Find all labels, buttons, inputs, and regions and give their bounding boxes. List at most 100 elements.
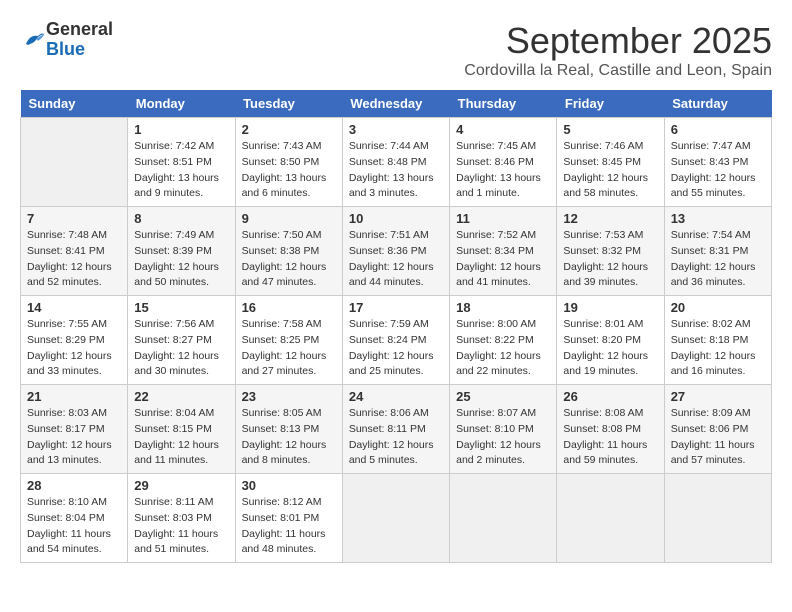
day-number: 3 (349, 122, 443, 137)
week-row-2: 7Sunrise: 7:48 AMSunset: 8:41 PMDaylight… (21, 207, 772, 296)
title-block: September 2025 Cordovilla la Real, Casti… (464, 20, 772, 80)
day-number: 6 (671, 122, 765, 137)
calendar-cell: 21 Sunrise: 8:03 AMSunset: 8:17 PMDayligh… (21, 385, 128, 474)
day-info: Sunrise: 7:45 AMSunset: 8:46 PMDaylight:… (456, 139, 550, 202)
day-info: Sunrise: 8:06 AMSunset: 8:11 PMDaylight:… (349, 406, 443, 469)
day-number: 16 (242, 300, 336, 315)
day-info: Sunrise: 8:07 AMSunset: 8:10 PMDaylight:… (456, 406, 550, 469)
calendar-cell: 13 Sunrise: 7:54 AMSunset: 8:31 PMDayligh… (664, 207, 771, 296)
day-info: Sunrise: 7:56 AMSunset: 8:27 PMDaylight:… (134, 317, 228, 380)
day-number: 4 (456, 122, 550, 137)
logo: General Blue (20, 20, 113, 60)
day-number: 27 (671, 389, 765, 404)
day-info: Sunrise: 8:03 AMSunset: 8:17 PMDaylight:… (27, 406, 121, 469)
calendar-cell: 10 Sunrise: 7:51 AMSunset: 8:36 PMDayligh… (342, 207, 449, 296)
day-number: 19 (563, 300, 657, 315)
calendar-cell: 14 Sunrise: 7:55 AMSunset: 8:29 PMDayligh… (21, 296, 128, 385)
calendar-cell: 22 Sunrise: 8:04 AMSunset: 8:15 PMDayligh… (128, 385, 235, 474)
day-number: 23 (242, 389, 336, 404)
calendar-cell: 15 Sunrise: 7:56 AMSunset: 8:27 PMDayligh… (128, 296, 235, 385)
day-info: Sunrise: 7:53 AMSunset: 8:32 PMDaylight:… (563, 228, 657, 291)
day-number: 21 (27, 389, 121, 404)
day-info: Sunrise: 7:43 AMSunset: 8:50 PMDaylight:… (242, 139, 336, 202)
weekday-header-friday: Friday (557, 90, 664, 118)
calendar-cell: 18 Sunrise: 8:00 AMSunset: 8:22 PMDayligh… (450, 296, 557, 385)
calendar-cell (21, 118, 128, 207)
calendar-cell: 27Sunrise: 8:09 AMSunset: 8:06 PMDayligh… (664, 385, 771, 474)
day-number: 10 (349, 211, 443, 226)
logo-bird-icon (22, 28, 46, 52)
page-header: General Blue September 2025 Cordovilla l… (20, 20, 772, 80)
day-info: Sunrise: 7:54 AMSunset: 8:31 PMDaylight:… (671, 228, 765, 291)
calendar-cell: 20 Sunrise: 8:02 AMSunset: 8:18 PMDayligh… (664, 296, 771, 385)
logo-text: General Blue (46, 20, 113, 60)
calendar-cell: 24Sunrise: 8:06 AMSunset: 8:11 PMDayligh… (342, 385, 449, 474)
day-number: 29 (134, 478, 228, 493)
day-number: 22 (134, 389, 228, 404)
day-info: Sunrise: 7:51 AMSunset: 8:36 PMDaylight:… (349, 228, 443, 291)
day-number: 1 (134, 122, 228, 137)
day-info: Sunrise: 8:08 AMSunset: 8:08 PMDaylight:… (563, 406, 657, 469)
calendar-cell: 5 Sunrise: 7:46 AMSunset: 8:45 PMDaylight… (557, 118, 664, 207)
calendar-cell: 3Sunrise: 7:44 AMSunset: 8:48 PMDaylight… (342, 118, 449, 207)
day-number: 17 (349, 300, 443, 315)
day-number: 15 (134, 300, 228, 315)
day-number: 25 (456, 389, 550, 404)
week-row-4: 21 Sunrise: 8:03 AMSunset: 8:17 PMDayligh… (21, 385, 772, 474)
calendar-cell: 29Sunrise: 8:11 AMSunset: 8:03 PMDayligh… (128, 474, 235, 563)
weekday-header-row: SundayMondayTuesdayWednesdayThursdayFrid… (21, 90, 772, 118)
week-row-5: 28Sunrise: 8:10 AMSunset: 8:04 PMDayligh… (21, 474, 772, 563)
day-info: Sunrise: 7:58 AMSunset: 8:25 PMDaylight:… (242, 317, 336, 380)
weekday-header-tuesday: Tuesday (235, 90, 342, 118)
calendar-cell: 1 Sunrise: 7:42 AMSunset: 8:51 PMDaylight… (128, 118, 235, 207)
calendar-cell (664, 474, 771, 563)
day-info: Sunrise: 8:10 AMSunset: 8:04 PMDaylight:… (27, 495, 121, 558)
calendar-cell (342, 474, 449, 563)
day-number: 30 (242, 478, 336, 493)
calendar-cell: 17 Sunrise: 7:59 AMSunset: 8:24 PMDayligh… (342, 296, 449, 385)
day-info: Sunrise: 7:42 AMSunset: 8:51 PMDaylight:… (134, 139, 228, 202)
weekday-header-sunday: Sunday (21, 90, 128, 118)
day-number: 5 (563, 122, 657, 137)
day-number: 9 (242, 211, 336, 226)
day-number: 20 (671, 300, 765, 315)
day-info: Sunrise: 7:49 AMSunset: 8:39 PMDaylight:… (134, 228, 228, 291)
calendar-cell: 9 Sunrise: 7:50 AMSunset: 8:38 PMDaylight… (235, 207, 342, 296)
day-number: 8 (134, 211, 228, 226)
calendar-cell: 8 Sunrise: 7:49 AMSunset: 8:39 PMDaylight… (128, 207, 235, 296)
day-info: Sunrise: 8:05 AMSunset: 8:13 PMDaylight:… (242, 406, 336, 469)
month-title: September 2025 (464, 20, 772, 62)
day-info: Sunrise: 7:46 AMSunset: 8:45 PMDaylight:… (563, 139, 657, 202)
weekday-header-thursday: Thursday (450, 90, 557, 118)
calendar-cell: 23 Sunrise: 8:05 AMSunset: 8:13 PMDayligh… (235, 385, 342, 474)
calendar-cell: 11 Sunrise: 7:52 AMSunset: 8:34 PMDayligh… (450, 207, 557, 296)
day-info: Sunrise: 8:12 AMSunset: 8:01 PMDaylight:… (242, 495, 336, 558)
day-number: 13 (671, 211, 765, 226)
day-info: Sunrise: 8:01 AMSunset: 8:20 PMDaylight:… (563, 317, 657, 380)
weekday-header-monday: Monday (128, 90, 235, 118)
weekday-header-saturday: Saturday (664, 90, 771, 118)
day-number: 12 (563, 211, 657, 226)
day-info: Sunrise: 7:55 AMSunset: 8:29 PMDaylight:… (27, 317, 121, 380)
day-info: Sunrise: 8:04 AMSunset: 8:15 PMDaylight:… (134, 406, 228, 469)
day-number: 14 (27, 300, 121, 315)
calendar-cell: 26Sunrise: 8:08 AMSunset: 8:08 PMDayligh… (557, 385, 664, 474)
calendar-cell: 30 Sunrise: 8:12 AMSunset: 8:01 PMDayligh… (235, 474, 342, 563)
day-number: 11 (456, 211, 550, 226)
calendar-cell: 16 Sunrise: 7:58 AMSunset: 8:25 PMDayligh… (235, 296, 342, 385)
calendar-cell: 28Sunrise: 8:10 AMSunset: 8:04 PMDayligh… (21, 474, 128, 563)
calendar-cell: 7Sunrise: 7:48 AMSunset: 8:41 PMDaylight… (21, 207, 128, 296)
day-number: 18 (456, 300, 550, 315)
calendar-cell (450, 474, 557, 563)
day-info: Sunrise: 7:59 AMSunset: 8:24 PMDaylight:… (349, 317, 443, 380)
day-info: Sunrise: 7:48 AMSunset: 8:41 PMDaylight:… (27, 228, 121, 291)
day-info: Sunrise: 7:52 AMSunset: 8:34 PMDaylight:… (456, 228, 550, 291)
day-info: Sunrise: 8:02 AMSunset: 8:18 PMDaylight:… (671, 317, 765, 380)
calendar-cell: 25 Sunrise: 8:07 AMSunset: 8:10 PMDayligh… (450, 385, 557, 474)
calendar-cell: 6Sunrise: 7:47 AMSunset: 8:43 PMDaylight… (664, 118, 771, 207)
day-info: Sunrise: 7:50 AMSunset: 8:38 PMDaylight:… (242, 228, 336, 291)
day-info: Sunrise: 8:00 AMSunset: 8:22 PMDaylight:… (456, 317, 550, 380)
calendar-cell: 4 Sunrise: 7:45 AMSunset: 8:46 PMDaylight… (450, 118, 557, 207)
week-row-1: 1 Sunrise: 7:42 AMSunset: 8:51 PMDaylight… (21, 118, 772, 207)
day-number: 2 (242, 122, 336, 137)
